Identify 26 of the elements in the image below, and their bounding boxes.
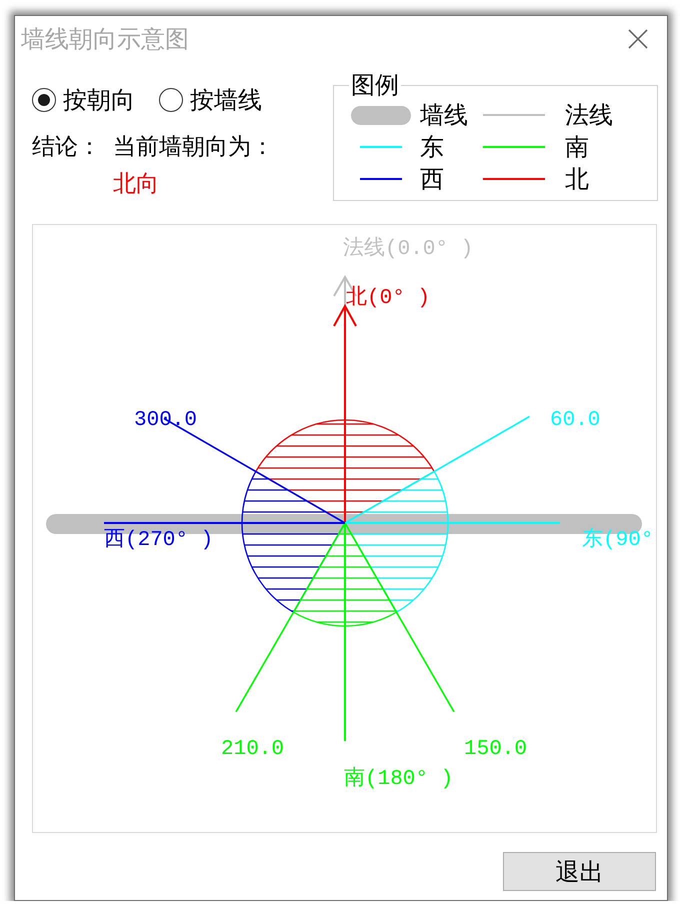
radio-option[interactable]: 按墙线 [159,86,262,114]
radio-option[interactable]: 按朝向 [32,86,135,114]
window-title: 墙线朝向示意图 [21,24,189,55]
legend-title: 图例 [350,72,400,98]
legend-label: 法线 [565,101,613,129]
angle-label: 210.0 [221,738,284,761]
angle-label: 150.0 [464,738,528,761]
legend-label: 东 [420,133,444,161]
normal-label: 法线(0.0° ) [343,238,474,261]
legend-label: 墙线 [420,101,468,129]
legend-label: 北 [565,165,589,193]
direction-label: 西(270° ) [104,529,214,552]
radio-icon[interactable] [32,88,56,112]
conclusion-text: 当前墙朝向为： [113,133,274,161]
legend-label: 西 [420,165,444,193]
angle-label: 300.0 [134,409,198,432]
exit-button[interactable]: 退出 [503,852,656,891]
radio-icon[interactable] [159,88,183,112]
close-icon[interactable] [628,29,648,49]
angle-label: 60.0 [550,409,600,432]
orientation-value: 北向 [113,170,159,198]
legend-label: 南 [565,133,589,161]
conclusion-label: 结论： [32,133,102,162]
direction-label: 北(0° ) [346,287,430,310]
direction-label: 东(90° [582,529,654,552]
direction-label: 南(180° ) [344,768,454,791]
